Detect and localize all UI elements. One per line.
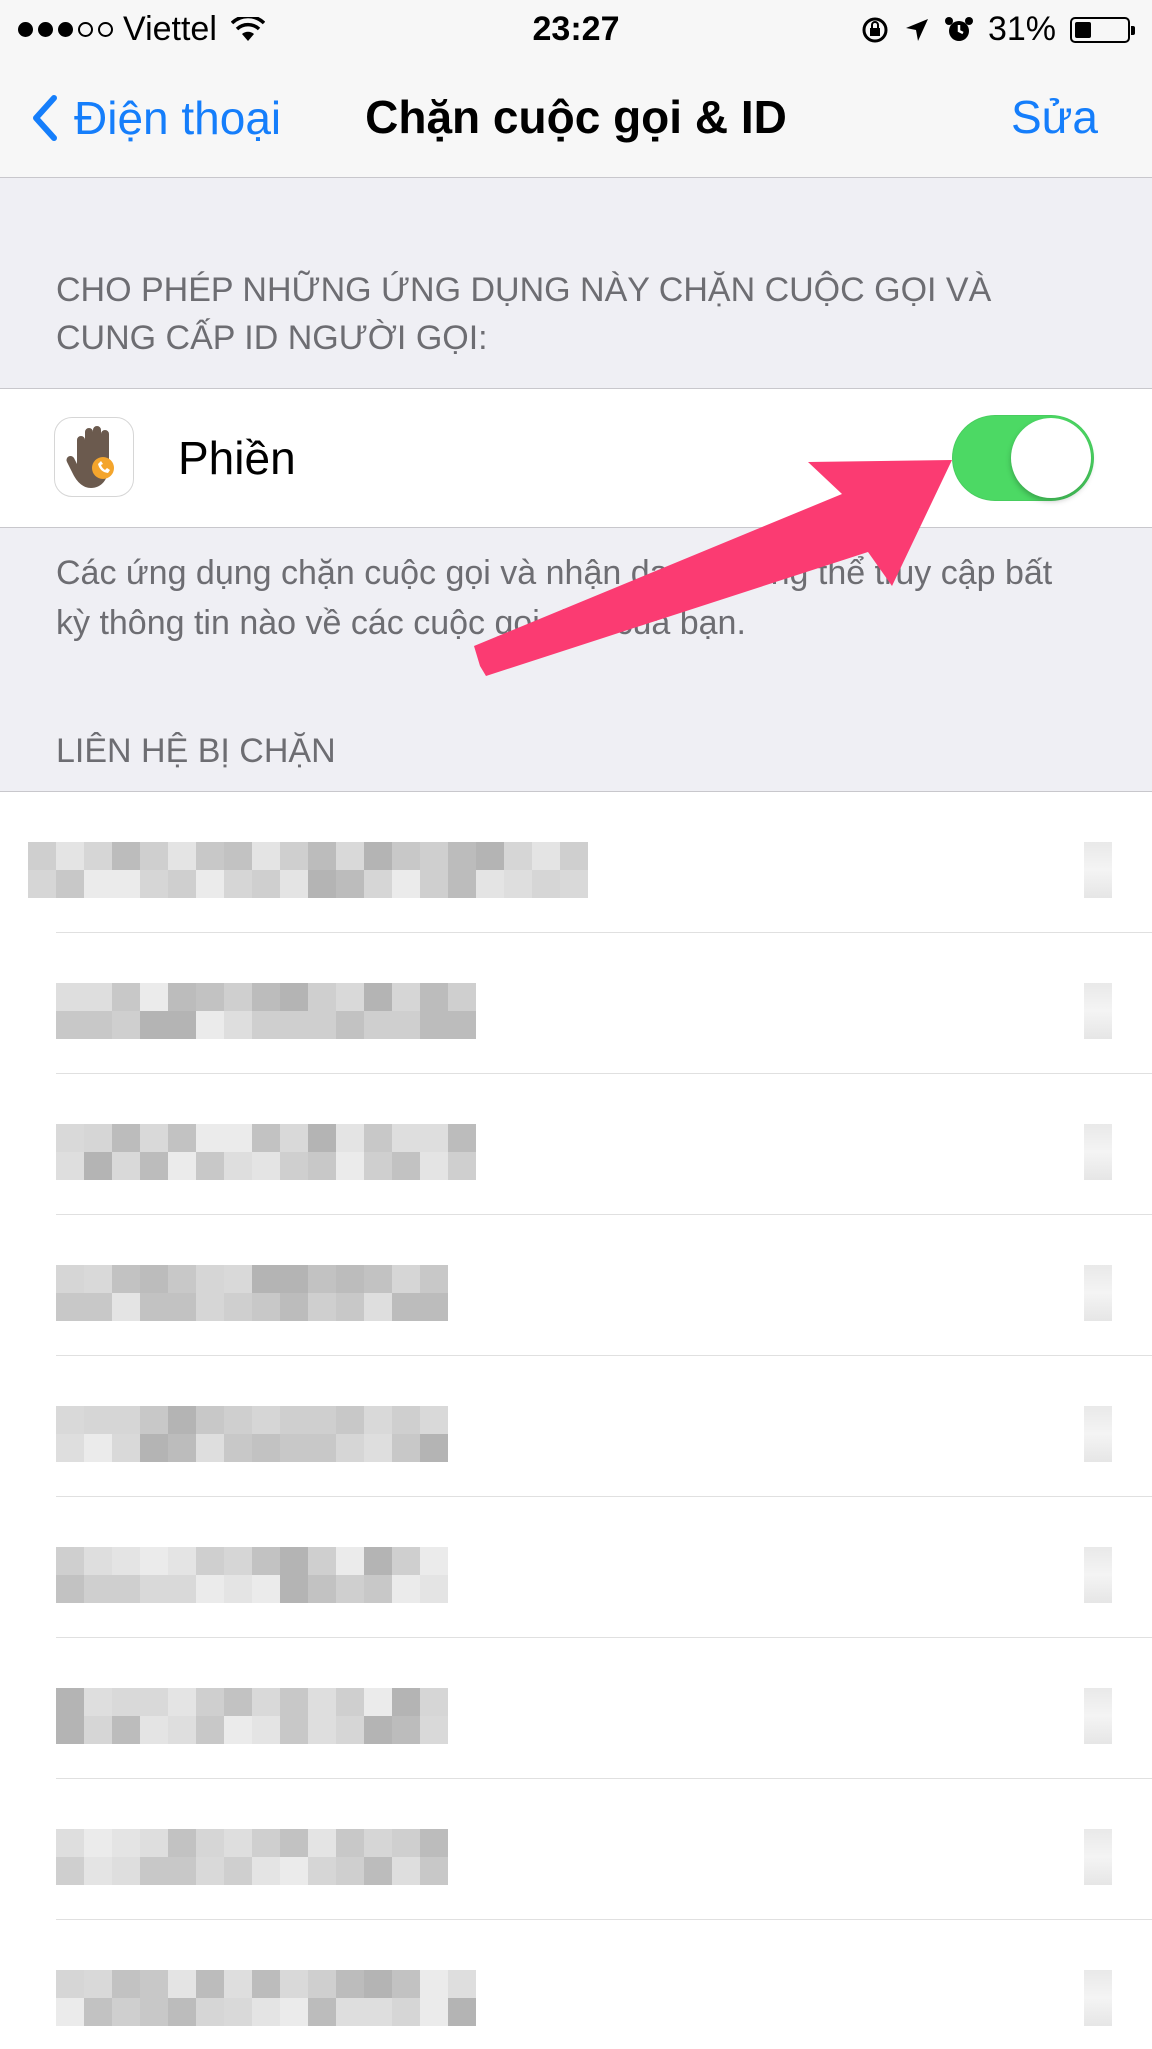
chevron-right-icon — [1084, 842, 1112, 898]
chevron-right-icon — [1084, 1829, 1112, 1885]
obscured-contact-name — [56, 1124, 476, 1180]
blocked-contact-row[interactable] — [0, 1779, 1152, 1920]
blocked-contact-row[interactable] — [0, 1356, 1152, 1497]
obscured-contact-name — [56, 983, 476, 1039]
obscured-contact-name — [28, 842, 588, 898]
chevron-right-icon — [1084, 1265, 1112, 1321]
hand-phone-app-icon — [54, 417, 134, 497]
alarm-icon — [944, 16, 973, 41]
obscured-contact-name — [56, 1547, 448, 1603]
navigation-bar: Điện thoại Chặn cuộc gọi & ID Sửa — [0, 58, 1152, 178]
apps-section-header: CHO PHÉP NHỮNG ỨNG DỤNG NÀY CHẶN CUỘC GỌ… — [56, 271, 992, 357]
back-button-label: Điện thoại — [74, 91, 282, 144]
apps-group: Phiền — [0, 388, 1152, 528]
battery-fill — [1075, 21, 1091, 38]
obscured-contact-name — [56, 1829, 448, 1885]
battery-icon — [1070, 16, 1135, 43]
blocked-contact-row[interactable] — [0, 1497, 1152, 1638]
obscured-contact-name — [56, 1970, 476, 2026]
apps-section-footer: Các ứng dụng chặn cuộc gọi và nhận dạng … — [56, 554, 1053, 642]
toggle-knob — [1011, 418, 1091, 498]
status-bar: Viettel 23:27 31% — [0, 0, 1152, 58]
blocked-contact-row[interactable] — [0, 792, 1152, 933]
app-name: Phiền — [178, 432, 296, 484]
location-arrow-icon — [905, 18, 928, 41]
blocked-contact-row[interactable] — [0, 1215, 1152, 1356]
chevron-right-icon — [1084, 1124, 1112, 1180]
obscured-contact-name — [56, 1688, 448, 1744]
chevron-left-icon — [33, 94, 57, 141]
obscured-contact-name — [56, 1406, 448, 1462]
back-button[interactable]: Điện thoại — [32, 58, 281, 177]
blocked-contacts-header: LIÊN HỆ BỊ CHẶN — [56, 732, 336, 770]
chevron-right-icon — [1084, 983, 1112, 1039]
blocked-contact-row[interactable] — [0, 1074, 1152, 1215]
orientation-lock-icon — [862, 17, 888, 42]
phien-toggle[interactable] — [952, 415, 1094, 501]
chevron-right-icon — [1084, 1688, 1112, 1744]
blocked-contact-row[interactable] — [0, 933, 1152, 1074]
app-row-phien[interactable]: Phiền — [0, 389, 1152, 527]
edit-button[interactable]: Sửa — [1011, 58, 1098, 177]
battery-percent: 31% — [987, 10, 1056, 48]
obscured-contact-name — [56, 1265, 448, 1321]
blocked-contact-row[interactable] — [0, 1638, 1152, 1779]
chevron-right-icon — [1084, 1406, 1112, 1462]
chevron-right-icon — [1084, 1970, 1112, 2026]
chevron-right-icon — [1084, 1547, 1112, 1603]
status-right: 31% — [860, 10, 1135, 49]
blocked-contacts-list — [0, 791, 1152, 2049]
blocked-contact-row[interactable] — [0, 1920, 1152, 2049]
